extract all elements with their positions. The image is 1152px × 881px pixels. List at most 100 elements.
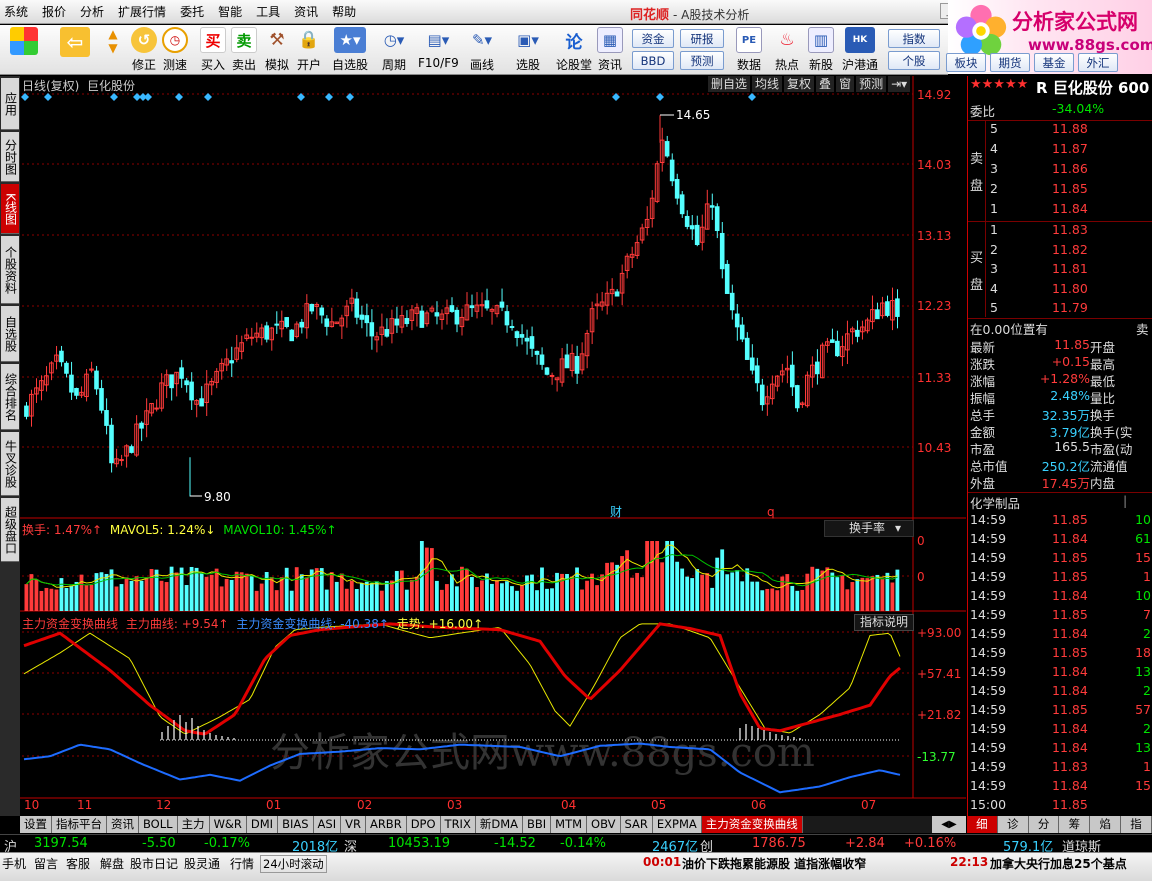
fund-market-button[interactable]: 基金 (1034, 53, 1074, 72)
news1-text[interactable]: 油价下跌拖累能源股 道指涨幅收窄 (682, 855, 866, 872)
sell-order-row[interactable]: 5 11.88 (968, 121, 1152, 138)
menu-analysis[interactable]: 分析 (73, 0, 111, 24)
sector-button[interactable]: 板块 (946, 53, 986, 72)
indicator-tab[interactable]: 新DMA (475, 816, 523, 833)
f10-button[interactable]: ▤▾ F10/F9 (418, 27, 459, 73)
futures-button[interactable]: 期货 (990, 53, 1030, 72)
layout-button[interactable] (10, 27, 38, 73)
remove-watchlist-button[interactable]: 删自选 (708, 76, 751, 92)
sell-order-row[interactable]: 1 11.84 (968, 201, 1152, 218)
menu-smart[interactable]: 智能 (211, 0, 249, 24)
predict-button[interactable]: 预测 (856, 76, 887, 92)
draw-line-button[interactable]: ✎▾ 画线 (466, 27, 498, 73)
forum-button[interactable]: 论 论股堂 (556, 27, 592, 73)
message-link[interactable]: 留言 (34, 855, 58, 872)
sell-order-row[interactable]: 4 11.87 (968, 141, 1152, 158)
indicator-tab[interactable]: OBV (587, 816, 621, 833)
menu-info[interactable]: 资讯 (287, 0, 325, 24)
indicator-tab[interactable]: ASI (313, 816, 342, 833)
service-link[interactable]: 客服 (66, 855, 90, 872)
kline-chart-area[interactable]: 分析家公式网www.88gs.com 14.92 14.03 13.13 12.… (20, 76, 966, 816)
indicator-tab[interactable]: BIAS (278, 816, 314, 833)
tab-scroll-buttons[interactable]: ◀▶ (932, 816, 966, 833)
index-button[interactable]: 指数 (888, 29, 940, 48)
ipo-button[interactable]: ▥ 新股 (808, 27, 834, 73)
menu-tools[interactable]: 工具 (249, 0, 287, 24)
indicator-tab[interactable]: 资讯 (107, 816, 139, 833)
tab-ranking[interactable]: 综合排名 (1, 364, 19, 430)
buy-order-row[interactable]: 5 11.79 (968, 300, 1152, 317)
diary-link[interactable]: 股市日记 (130, 855, 178, 872)
indicator-tab[interactable]: EXPMA (652, 816, 702, 833)
news2-text[interactable]: 加拿大央行加息25个基点 (990, 855, 1127, 872)
buy-order-row[interactable]: 4 11.80 (968, 281, 1152, 298)
buy-order-row[interactable]: 2 11.82 (968, 242, 1152, 259)
indicator-tab[interactable]: 主力资金变换曲线 (701, 816, 803, 833)
tab-apps[interactable]: 应用 (1, 78, 19, 130)
review-link[interactable]: 解盘 (100, 855, 124, 872)
stock-genie-link[interactable]: 股灵通 (184, 855, 220, 872)
speed-test-button[interactable]: ◷ 测速 (162, 27, 188, 73)
stock-picker-button[interactable]: ▣▾ 选股 (512, 27, 544, 73)
industry-scroll-icon[interactable]: | (1123, 493, 1127, 508)
bbd-button[interactable]: BBD (632, 51, 674, 70)
mobile-link[interactable]: 手机 (2, 855, 26, 872)
indicator-tab[interactable]: 主力 (177, 816, 210, 833)
menu-help[interactable]: 帮助 (325, 0, 363, 24)
indicator-tab[interactable]: BBI (523, 816, 552, 833)
ma-button[interactable]: 均线 (752, 76, 783, 92)
forecast-button[interactable]: 预测 (680, 51, 724, 70)
right-panel-tab[interactable]: 焰 (1090, 816, 1122, 833)
research-button[interactable]: 研报 (680, 29, 724, 48)
indicator-tab[interactable]: 指标平台 (52, 816, 107, 833)
menu-quote[interactable]: 报价 (35, 0, 73, 24)
menu-order[interactable]: 委托 (173, 0, 211, 24)
back-button[interactable]: ⇦ (60, 27, 90, 73)
window-button[interactable]: 窗 (836, 76, 855, 92)
open-account-button[interactable]: 🔒 开户 (296, 27, 322, 73)
tab-kline[interactable]: K线图 (1, 184, 19, 234)
news-button[interactable]: ▦ 资讯 (597, 27, 623, 73)
forex-button[interactable]: 外汇 (1078, 53, 1118, 72)
indicator-tab[interactable]: MTM (551, 816, 588, 833)
kline-chart-svg[interactable]: 分析家公式网www.88gs.com 14.92 14.03 13.13 12.… (20, 76, 966, 816)
fund-button[interactable]: 资金 (632, 29, 674, 48)
overlay-button[interactable]: 叠 (816, 76, 835, 92)
watchlist-button[interactable]: ★▾ 自选股 (332, 27, 368, 73)
right-panel-tab[interactable]: 分 (1028, 816, 1060, 833)
menu-system[interactable]: 系统 (0, 0, 35, 24)
stock-button[interactable]: 个股 (888, 51, 940, 70)
updown-button[interactable]: ▲ ▼ (100, 27, 126, 73)
adjust-button[interactable]: 复权 (784, 76, 815, 92)
tab-super-orderbook[interactable]: 超级盘口 (1, 498, 19, 562)
indicator-tab[interactable]: VR (341, 816, 366, 833)
volume-indicator-select[interactable]: 换手率 ▾ (824, 520, 914, 537)
quote-link[interactable]: 行情 (230, 855, 254, 872)
expand-icon[interactable]: ⇥▾ (888, 76, 911, 92)
indicator-tab[interactable]: DPO (406, 816, 441, 833)
tab-watchlist[interactable]: 自选股 (1, 306, 19, 362)
right-panel-tab[interactable]: 诊 (997, 816, 1029, 833)
indicator-tab[interactable]: DMI (246, 816, 279, 833)
hk-connect-button[interactable]: HK 沪港通 (842, 27, 878, 73)
indicator-tab[interactable]: BOLL (139, 816, 178, 833)
right-panel-tab[interactable]: 筹 (1059, 816, 1091, 833)
hotspot-button[interactable]: ♨ 热点 (774, 27, 800, 73)
indicator-tab[interactable]: W&R (209, 816, 247, 833)
menu-extended-market[interactable]: 扩展行情 (111, 0, 173, 24)
indicator-tab[interactable]: TRIX (440, 816, 476, 833)
simulate-button[interactable]: ⚒ 模拟 (264, 27, 290, 73)
buy-order-row[interactable]: 1 11.83 (968, 222, 1152, 239)
data-button[interactable]: PE 数据 (736, 27, 762, 73)
indicator-tab[interactable]: SAR (620, 816, 653, 833)
sell-order-row[interactable]: 3 11.86 (968, 161, 1152, 178)
indicator-tab[interactable]: 设置 (20, 816, 52, 833)
tab-stock-profile[interactable]: 个股资料 (1, 236, 19, 304)
indicator-help-button[interactable]: 指标说明 (854, 614, 914, 631)
news-scroll-link[interactable]: 24小时滚动 (260, 855, 327, 873)
sell-order-row[interactable]: 2 11.85 (968, 181, 1152, 198)
right-panel-tab[interactable]: 细 (967, 816, 998, 833)
period-button[interactable]: ◷▾ 周期 (378, 27, 410, 73)
sell-button[interactable]: 卖 卖出 (231, 27, 257, 73)
tab-diagnosis[interactable]: 牛叉诊股 (1, 432, 19, 496)
